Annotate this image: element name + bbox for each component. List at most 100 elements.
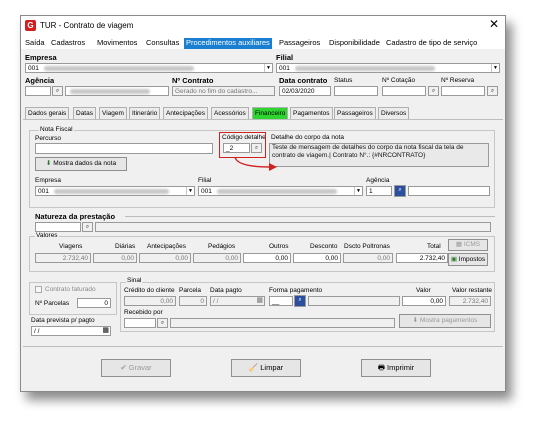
- nro-contrato-field: Gerado no fim do cadastro...: [172, 86, 275, 96]
- binoculars-icon[interactable]: ⌕: [428, 86, 439, 96]
- chevron-down-icon: ▼: [264, 64, 272, 72]
- nota-empresa-select[interactable]: 001 ▼: [35, 186, 195, 196]
- close-icon[interactable]: ✕: [489, 18, 499, 30]
- forma-pagamento-label: Forma pagamento: [269, 287, 323, 294]
- valor-input[interactable]: 0,00: [402, 296, 446, 306]
- pedagios-value: 0,00: [193, 253, 241, 263]
- binoculars-icon[interactable]: ⌕: [82, 222, 93, 232]
- nota-filial-select[interactable]: 001 ▼: [198, 186, 363, 196]
- binoculars-icon[interactable]: ⌕: [251, 143, 262, 153]
- data-contrato-field[interactable]: 02/03/2020: [279, 86, 331, 96]
- desconto-input[interactable]: 0,00: [293, 253, 341, 263]
- menu-bar: Saída Cadastros Movimentos Consultas Pro…: [21, 36, 505, 49]
- codigo-detalhe-input[interactable]: _2: [223, 143, 250, 153]
- nro-cotacao-label: Nº Cotação: [382, 77, 416, 84]
- tab-datas[interactable]: Datas: [73, 107, 96, 119]
- diarias-value: 0,00: [93, 253, 137, 263]
- menu-disponibilidade[interactable]: Disponibilidade: [327, 38, 382, 49]
- contrato-faturado-label: Contrato faturado: [45, 286, 96, 293]
- menu-movimentos[interactable]: Movimentos: [95, 38, 139, 49]
- col-total: Total: [427, 243, 441, 250]
- credito-value: 0,00: [124, 296, 176, 306]
- nota-agencia-label: Agência: [366, 177, 390, 184]
- data-prevista-input[interactable]: / / ▦: [31, 326, 111, 336]
- total-value: 2.732,40: [396, 253, 448, 263]
- natureza-input[interactable]: [35, 222, 81, 232]
- tab-diversos[interactable]: Diversos: [378, 107, 410, 119]
- filial-select[interactable]: 001 ▼: [276, 63, 500, 73]
- menu-passageiros[interactable]: Passageiros: [277, 38, 322, 49]
- imprimir-button[interactable]: 🖶 Imprimir: [361, 359, 431, 377]
- col-outros: Outros: [269, 243, 289, 250]
- filial-value: 001: [279, 65, 290, 72]
- empresa-select[interactable]: 001 ▼: [25, 63, 273, 73]
- agencia-label: Agência: [25, 76, 55, 85]
- menu-cadastro-tipo-servico[interactable]: Cadastro de tipo de serviço: [384, 38, 479, 49]
- nro-reserva-label: Nº Reserva: [441, 77, 475, 84]
- tab-passageiros[interactable]: Passageiros: [334, 107, 376, 119]
- percurso-field[interactable]: [35, 143, 213, 154]
- col-diarias: Diárias: [115, 243, 136, 250]
- nota-filial-value: 001: [201, 188, 212, 195]
- tab-itinerario[interactable]: Itinerário: [129, 107, 161, 119]
- credito-label: Crédito do cliente: [124, 287, 175, 294]
- empresa-value: 001: [28, 65, 39, 72]
- binoculars-icon[interactable]: ⌕: [487, 86, 498, 96]
- binoculars-icon[interactable]: ⌕: [157, 318, 168, 328]
- nota-agencia-input[interactable]: 1: [366, 186, 392, 196]
- binoculars-icon[interactable]: ⌕: [52, 86, 63, 96]
- gravar-button[interactable]: ✔ Gravar: [101, 359, 171, 377]
- tab-financeiro[interactable]: Financeiro: [252, 107, 289, 119]
- menu-consultas[interactable]: Consultas: [144, 38, 181, 49]
- detalhe-corpo-label: Detalhe do corpo da nota: [271, 134, 344, 141]
- app-logo-icon: G: [25, 20, 36, 31]
- pin-icon: ⬇: [412, 317, 419, 324]
- data-contrato-label: Data contrato: [279, 76, 328, 85]
- status-field: [334, 86, 378, 96]
- nota-empresa-value: 001: [38, 188, 49, 195]
- percurso-label: Percurso: [35, 135, 62, 142]
- menu-cadastros[interactable]: Cadastros: [49, 38, 87, 49]
- detalhe-corpo-text[interactable]: Teste de mensagem de detalhes do corpo d…: [269, 143, 489, 167]
- impostos-button[interactable]: ▣ Impostos: [448, 253, 488, 266]
- tab-antecipacoes[interactable]: Antecipações: [163, 107, 209, 119]
- pin-icon: ⬇: [45, 160, 52, 167]
- tab-viagem[interactable]: Viagem: [99, 107, 127, 119]
- tab-dados-gerais[interactable]: Dados gerais: [25, 107, 70, 119]
- menu-procedimentos-auxiliares[interactable]: Procedimentos auxiliares: [184, 38, 272, 49]
- calendar-icon[interactable]: ▦: [102, 327, 109, 335]
- mostra-pagamentos-button[interactable]: ⬇ Mostra pagamentos: [399, 314, 491, 328]
- title-bar: G TUR - Contrato de viagem ✕: [21, 16, 505, 36]
- limpar-button[interactable]: 🧹 Limpar: [231, 359, 301, 377]
- parcela-label: Parcela: [179, 287, 202, 294]
- parcela-value: 0: [179, 296, 207, 306]
- icms-button[interactable]: ▦ ICMS: [448, 239, 488, 251]
- tab-pagamentos[interactable]: Pagamentos: [290, 107, 333, 119]
- valor-restante-value: 2.732,40: [449, 296, 491, 306]
- printer-icon: 🖶: [377, 363, 385, 372]
- icms-icon: ▦: [455, 241, 463, 248]
- agencia-input[interactable]: [25, 86, 51, 96]
- mostra-dados-nota-button[interactable]: ⬇ Mostra dados da nota: [35, 157, 127, 171]
- tab-acessorios[interactable]: Acessórios: [211, 107, 249, 119]
- valor-restante-label: Valor restante: [452, 287, 492, 294]
- outros-input[interactable]: 0,00: [243, 253, 291, 263]
- nro-reserva-field[interactable]: [441, 86, 485, 96]
- nro-cotacao-field[interactable]: [382, 86, 426, 96]
- chevron-down-icon: ▼: [491, 64, 499, 72]
- forma-pagamento-desc: [308, 296, 400, 306]
- binoculars-icon[interactable]: ⌕: [394, 185, 406, 197]
- agencia-name-field: [65, 86, 169, 96]
- binoculars-icon[interactable]: ⌕: [294, 295, 306, 307]
- contrato-faturado-checkbox[interactable]: [35, 286, 42, 293]
- antecipacoes-value: 0,00: [139, 253, 191, 263]
- check-icon: ✔: [120, 363, 127, 372]
- parcelas-input[interactable]: 0: [77, 298, 111, 308]
- forma-pagamento-input[interactable]: __: [269, 296, 293, 306]
- empresa-label: Empresa: [25, 53, 57, 62]
- menu-saida[interactable]: Saída: [23, 38, 47, 49]
- col-pedagios: Pedágios: [208, 243, 236, 250]
- recebido-por-input[interactable]: [124, 318, 156, 328]
- arrow-annotation: [234, 156, 277, 171]
- col-antecipacoes: Antecipações: [147, 243, 187, 250]
